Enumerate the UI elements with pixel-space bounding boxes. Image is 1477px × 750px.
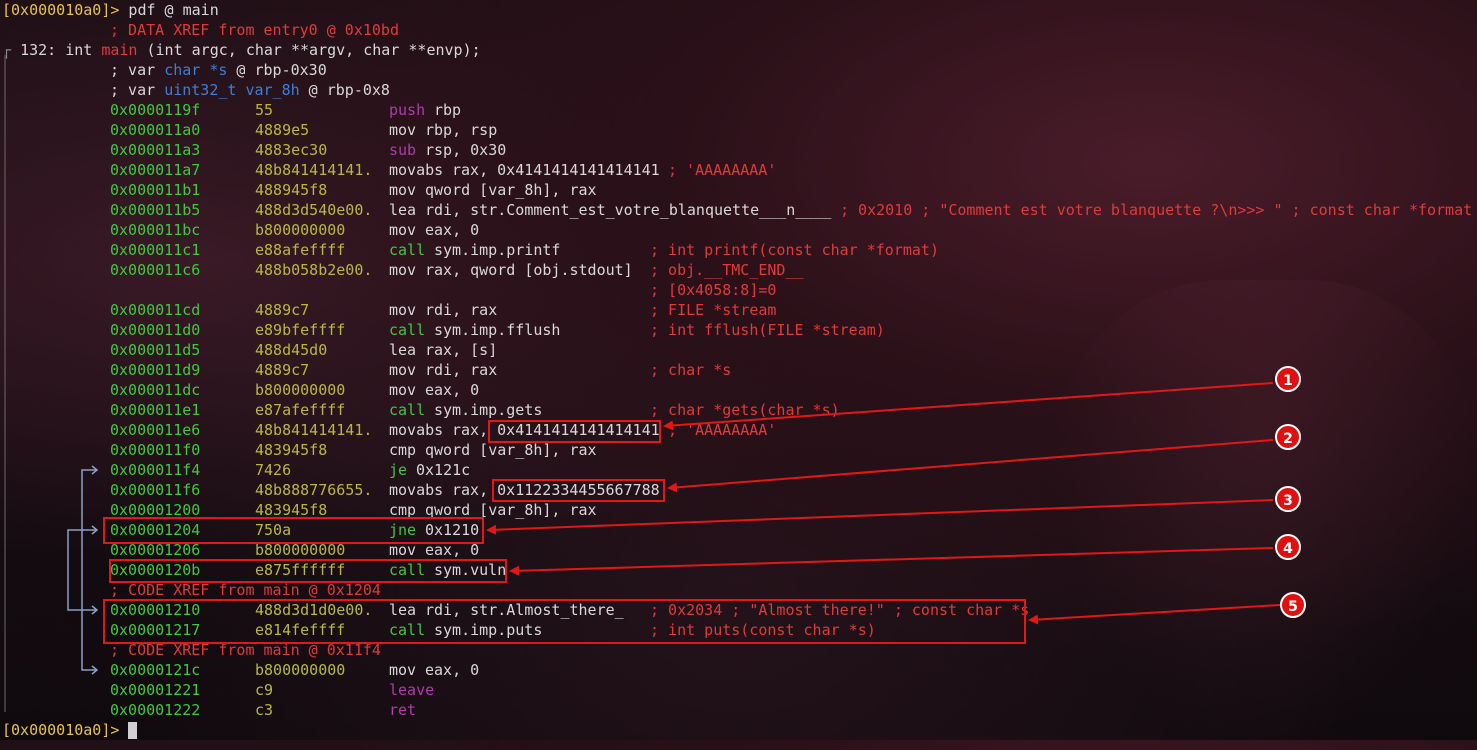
- final-prompt: [0x000010a0]>: [2, 721, 120, 739]
- annotation-badge-4: 4: [1275, 534, 1301, 560]
- annotation-badge-3: 3: [1275, 486, 1301, 512]
- annotation-arrows: [486, 382, 1281, 625]
- terminal-cursor[interactable]: [128, 722, 137, 739]
- radare2-terminal[interactable]: [0x000010a0]> pdf @ main ; DATA XREF fro…: [0, 0, 1477, 750]
- annotation-badge-1: 1: [1275, 366, 1301, 392]
- annotation-badge-2: 2: [1275, 424, 1301, 450]
- annotation-badge-5: 5: [1280, 592, 1306, 618]
